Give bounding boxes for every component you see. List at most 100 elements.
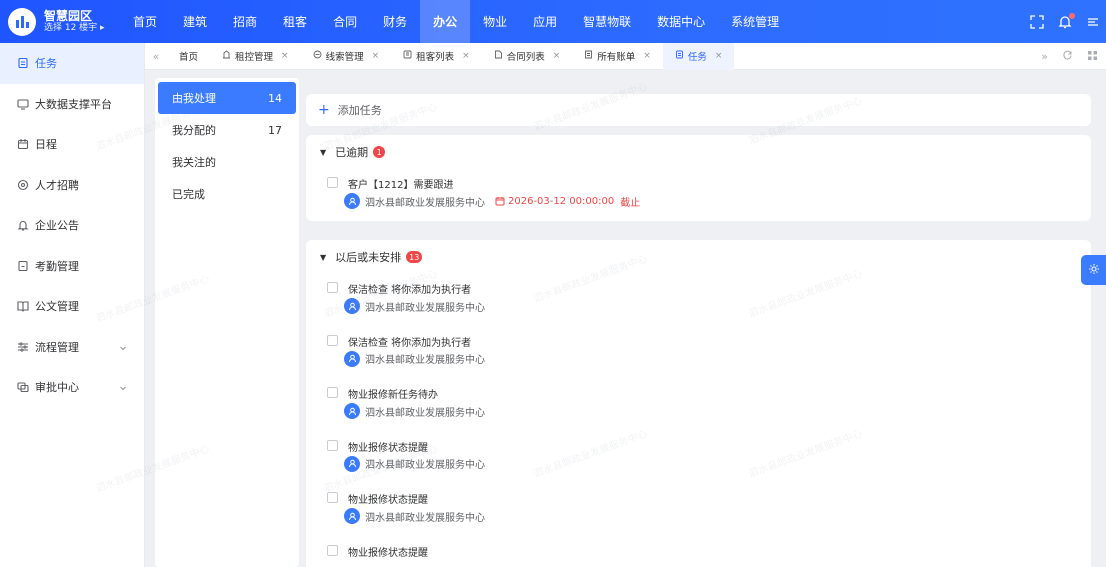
tab-all-bills[interactable]: 所有账单 × <box>572 43 663 70</box>
app-logo[interactable]: 智慧园区 选择 12 楼宇 ▸ <box>0 7 120 36</box>
sidebar-item-label: 日程 <box>35 138 57 152</box>
task-item[interactable]: 物业报修状态提醒 泗水县邮政业发展服务中心 <box>306 432 1091 485</box>
nav-system[interactable]: 系统管理 <box>718 0 792 43</box>
task-filter-panel: 由我处理 14 我分配的 17 我关注的 已完成 <box>155 78 299 567</box>
notification-icon[interactable] <box>1058 12 1075 29</box>
tab-label: 首页 <box>179 52 199 63</box>
floating-settings-button[interactable] <box>1081 255 1106 285</box>
filter-label: 我关注的 <box>172 156 216 169</box>
attendance-icon <box>17 260 29 272</box>
nav-home[interactable]: 首页 <box>120 0 170 43</box>
task-item[interactable]: 物业报修状态提醒 <box>306 537 1091 567</box>
chevron-down-icon <box>119 342 127 355</box>
document-icon <box>494 50 503 62</box>
nav-investment[interactable]: 招商 <box>220 0 270 43</box>
sidebar-item-label: 企业公告 <box>35 219 79 233</box>
task-item[interactable]: 保洁检查 将你添加为执行者 泗水县邮政业发展服务中心 <box>306 274 1091 327</box>
add-task-label: 添加任务 <box>337 104 382 117</box>
tab-label: 任务 <box>687 52 707 63</box>
sidebar-item-workflow[interactable]: 流程管理 <box>0 327 144 368</box>
sidebar-item-label: 大数据支撑平台 <box>35 97 112 111</box>
tab-label: 线索管理 <box>325 52 364 63</box>
task-title: 物业报修状态提醒 <box>348 547 428 559</box>
tab-label: 租控管理 <box>235 52 274 63</box>
sidebar-item-bigdata[interactable]: 大数据支撑平台 <box>0 84 144 125</box>
filter-count: 14 <box>268 91 282 105</box>
filter-label: 由我处理 <box>172 92 216 105</box>
task-item[interactable]: 物业报修新任务待办 泗水县邮政业发展服务中心 <box>306 379 1091 432</box>
tab-home[interactable]: 首页 <box>167 43 210 70</box>
settings-menu-icon[interactable] <box>1086 15 1100 29</box>
task-icon <box>675 50 684 62</box>
sidebar-item-approval[interactable]: 审批中心 <box>0 367 144 408</box>
nav-data-center[interactable]: 数据中心 <box>644 0 718 43</box>
building-selector[interactable]: 选择 12 楼宇 ▸ <box>44 23 105 34</box>
filter-assigned-by-me[interactable]: 我分配的 17 <box>158 114 296 146</box>
task-checkbox[interactable] <box>327 177 338 188</box>
tab-rent-control[interactable]: 租控管理 × <box>210 43 301 70</box>
close-icon[interactable]: × <box>372 51 380 61</box>
tab-task[interactable]: 任务 × <box>662 42 735 70</box>
nav-property[interactable]: 物业 <box>470 0 520 43</box>
sidebar-item-recruit[interactable]: 人才招聘 <box>0 165 144 206</box>
nav-contract[interactable]: 合同 <box>320 0 370 43</box>
task-item[interactable]: 客户【1212】需要跟进 泗水县邮政业发展服务中心 2026-03-12 00:… <box>306 169 1091 222</box>
task-checkbox[interactable] <box>327 439 338 451</box>
chevron-down-icon <box>119 382 127 395</box>
filter-completed[interactable]: 已完成 <box>158 178 296 210</box>
sidebar-item-attendance[interactable]: 考勤管理 <box>0 246 144 287</box>
task-checkbox[interactable] <box>327 492 338 503</box>
close-icon[interactable]: × <box>281 51 289 61</box>
later-header[interactable]: ▼ 以后或未安排 13 <box>306 240 1091 274</box>
close-icon[interactable]: × <box>643 51 651 61</box>
user-avatar-icon <box>344 350 360 367</box>
sidebar-item-documents[interactable]: 公文管理 <box>0 286 144 327</box>
nav-iot[interactable]: 智慧物联 <box>570 0 644 43</box>
tabs-scroll-right-icon[interactable]: » <box>1041 50 1048 63</box>
flow-icon <box>17 341 29 353</box>
task-item[interactable]: 保洁检查 将你添加为执行者 泗水县邮政业发展服务中心 <box>306 327 1091 380</box>
due-date: 2026-03-12 00:00:00 <box>508 195 615 207</box>
task-org: 泗水县邮政业发展服务中心 <box>365 407 485 419</box>
nav-building[interactable]: 建筑 <box>170 0 220 43</box>
filter-assigned-to-me[interactable]: 由我处理 14 <box>158 82 296 114</box>
refresh-icon[interactable] <box>1062 50 1073 64</box>
add-task-button[interactable]: + 添加任务 <box>306 94 1091 126</box>
nav-apps[interactable]: 应用 <box>520 0 570 43</box>
task-title: 物业报修状态提醒 <box>348 442 428 454</box>
task-checkbox[interactable] <box>327 387 338 398</box>
sidebar-item-announcement[interactable]: 企业公告 <box>0 205 144 246</box>
bill-icon <box>584 50 593 62</box>
task-checkbox[interactable] <box>327 282 338 293</box>
close-icon[interactable]: × <box>553 51 561 61</box>
task-checkbox[interactable] <box>327 334 338 346</box>
collapse-sidebar-icon[interactable]: « <box>145 50 167 63</box>
fullscreen-icon[interactable] <box>1030 14 1044 29</box>
nav-office[interactable]: 办公 <box>420 0 471 43</box>
tab-tenant-list[interactable]: 租客列表 × <box>391 43 482 70</box>
filter-label: 已完成 <box>172 188 205 201</box>
later-section: ▼ 以后或未安排 13 保洁检查 将你添加为执行者 泗水县邮政业发展服务中心 保… <box>306 240 1091 567</box>
task-checkbox[interactable] <box>327 544 338 556</box>
close-icon[interactable]: × <box>715 51 723 61</box>
sidebar-item-task[interactable]: 任务 <box>0 43 144 84</box>
sidebar-item-label: 任务 <box>35 57 57 71</box>
tab-contract-list[interactable]: 合同列表 × <box>482 43 573 70</box>
user-avatar-icon <box>344 403 360 419</box>
leads-icon <box>313 50 322 62</box>
tab-label: 所有账单 <box>597 52 636 63</box>
close-icon[interactable]: × <box>462 51 470 61</box>
sidebar-item-schedule[interactable]: 日程 <box>0 124 144 165</box>
filter-following[interactable]: 我关注的 <box>158 146 296 178</box>
sidebar-item-label: 考勤管理 <box>35 259 79 273</box>
book-icon <box>17 300 29 313</box>
overdue-header[interactable]: ▼ 已逾期 1 <box>306 135 1091 169</box>
tab-leads[interactable]: 线索管理 × <box>301 43 392 70</box>
task-item[interactable]: 物业报修状态提醒 泗水县邮政业发展服务中心 <box>306 484 1091 537</box>
task-org: 泗水县邮政业发展服务中心 <box>365 512 485 524</box>
user-avatar-icon <box>344 508 360 524</box>
logo-icon <box>8 7 36 36</box>
nav-finance[interactable]: 财务 <box>370 0 420 43</box>
nav-tenant[interactable]: 租客 <box>270 0 320 43</box>
grid-menu-icon[interactable] <box>1087 50 1098 64</box>
